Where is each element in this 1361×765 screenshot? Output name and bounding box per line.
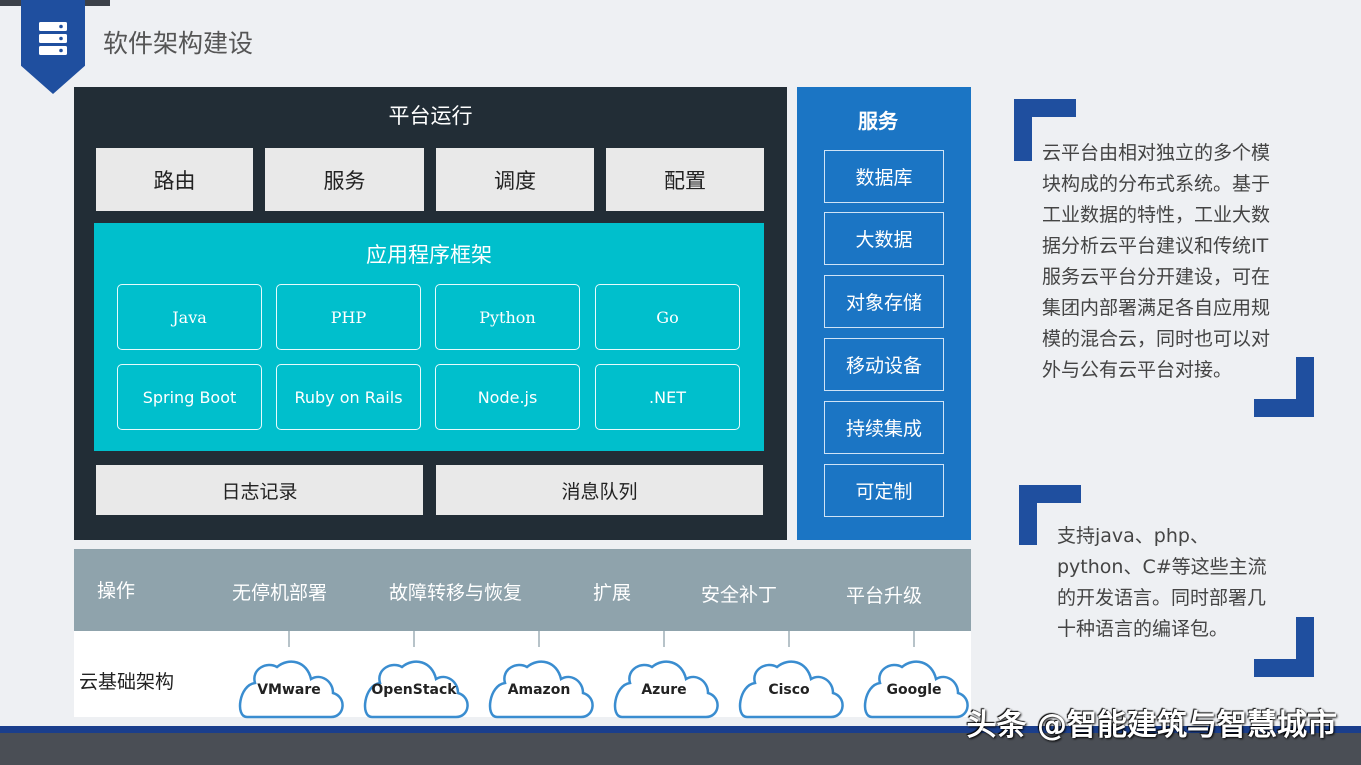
server-icon <box>39 22 67 55</box>
description-line: 服务云平台分开建设，可在 <box>1042 266 1271 288</box>
cloud-vmware-label: VMware <box>257 682 321 698</box>
op-zero-downtime: 无停机部署 <box>232 582 328 604</box>
cloud-amazon-icon <box>488 631 594 719</box>
description-line: 工业数据的特性，工业大数 <box>1042 204 1271 226</box>
route-box: 路由 <box>96 148 253 211</box>
app-framework-title: 应用程序框架 <box>366 243 492 267</box>
cloud-amazon-label: Amazon <box>507 682 571 698</box>
op-scale: 扩展 <box>593 582 632 604</box>
service-database: 数据库 <box>824 150 944 203</box>
lang-spring-boot: Spring Boot <box>117 364 262 430</box>
cloud-vmware-icon <box>238 631 344 719</box>
op-platform-upgrade: 平台升级 <box>846 585 923 607</box>
description-line: python、C#等这些主流 <box>1057 556 1267 578</box>
cloud-azure-icon <box>613 631 719 719</box>
page-title: 软件架构建设 <box>103 29 254 58</box>
config-box: 配置 <box>606 148 764 211</box>
operations-label: 操作 <box>97 580 136 602</box>
logging-box: 日志记录 <box>96 465 423 515</box>
cloud-cisco-icon <box>738 631 844 719</box>
description-line: 支持java、php、 <box>1057 525 1209 547</box>
cloud-azure-label: Azure <box>641 682 687 698</box>
cloud-icons <box>238 631 969 719</box>
cloud-google-icon <box>863 631 969 719</box>
description-block-1: 云平台由相对独立的多个模 块构成的分布式系统。基于 工业数据的特性，工业大数 据… <box>1042 138 1270 386</box>
lang-python: Python <box>435 284 580 350</box>
description-line: 外与公有云平台对接。 <box>1042 359 1233 381</box>
service-box: 服务 <box>265 148 424 211</box>
lang-nodejs: Node.js <box>435 364 580 430</box>
cloud-openstack-icon <box>363 631 469 719</box>
description-line: 据分析云平台建议和传统IT <box>1042 235 1269 257</box>
op-failover: 故障转移与恢复 <box>389 582 523 604</box>
service-ci: 持续集成 <box>824 401 944 454</box>
watermark: 头条 @智能建筑与智慧城市 <box>966 708 1337 743</box>
platform-title: 平台运行 <box>388 104 473 128</box>
schedule-box: 调度 <box>436 148 594 211</box>
cloud-google-label: Google <box>886 682 942 698</box>
service-object-storage: 对象存储 <box>824 275 944 328</box>
description-line: 云平台由相对独立的多个模 <box>1042 142 1271 164</box>
lang-java: Java <box>117 284 262 350</box>
cloud-openstack-label: OpenStack <box>371 682 457 698</box>
lang-dotnet: .NET <box>595 364 740 430</box>
services-title: 服务 <box>858 108 898 133</box>
description-line: 的开发语言。同时部署几 <box>1057 587 1267 609</box>
cloud-cisco-label: Cisco <box>768 682 810 698</box>
description-line: 十种语言的编译包。 <box>1057 618 1229 640</box>
description-line: 集团内部署满足各自应用规 <box>1042 297 1271 319</box>
operations-band <box>74 549 971 631</box>
description-line: 模的混合云，同时也可以对 <box>1042 328 1271 350</box>
lang-ruby-on-rails: Ruby on Rails <box>276 364 421 430</box>
description-line: 块构成的分布式系统。基于 <box>1042 173 1271 195</box>
service-customizable: 可定制 <box>824 464 944 517</box>
description-block-2: 支持java、php、 python、C#等这些主流 的开发语言。同时部署几 十… <box>1057 521 1267 645</box>
lang-php: PHP <box>276 284 421 350</box>
service-mobile: 移动设备 <box>824 338 944 391</box>
op-security-patch: 安全补丁 <box>701 584 778 606</box>
quote-close-bracket-icon <box>1254 357 1314 417</box>
quote-close-bracket-icon <box>1254 617 1314 677</box>
lang-go: Go <box>595 284 740 350</box>
message-queue-box: 消息队列 <box>436 465 763 515</box>
service-big-data: 大数据 <box>824 212 944 265</box>
